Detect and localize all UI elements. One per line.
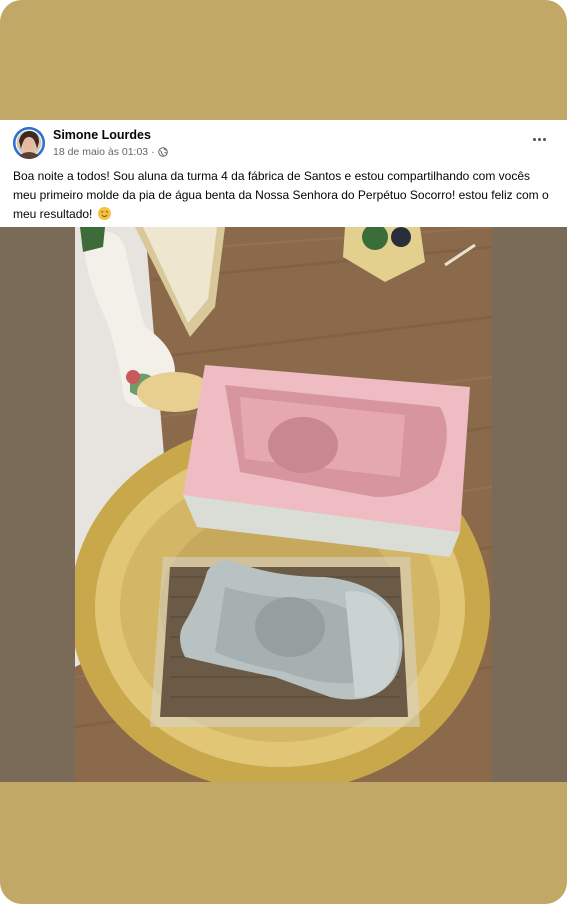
globe-icon xyxy=(157,147,168,157)
author-name[interactable]: Simone Lourdes xyxy=(53,128,151,142)
post-text: Boa noite a todos! Sou aluna da turma 4 … xyxy=(13,169,549,221)
post-photo[interactable] xyxy=(75,227,492,782)
post-meta: 18 de maio às 01:03 · xyxy=(53,146,168,158)
more-options-icon[interactable] xyxy=(529,132,549,146)
avatar[interactable] xyxy=(13,127,45,159)
screenshot-frame: Simone Lourdes 18 de maio às 01:03 · Boa… xyxy=(0,0,567,904)
meta-separator: · xyxy=(151,146,155,158)
post-text-container: Boa noite a todos! Sou aluna da turma 4 … xyxy=(13,167,553,224)
post-photo-container xyxy=(0,227,567,782)
post-header: Simone Lourdes 18 de maio às 01:03 · xyxy=(0,120,567,166)
post-date[interactable]: 18 de maio às 01:03 xyxy=(53,146,148,158)
facebook-post: Simone Lourdes 18 de maio às 01:03 · Boa… xyxy=(0,120,567,782)
smiling-face-icon xyxy=(97,207,111,220)
